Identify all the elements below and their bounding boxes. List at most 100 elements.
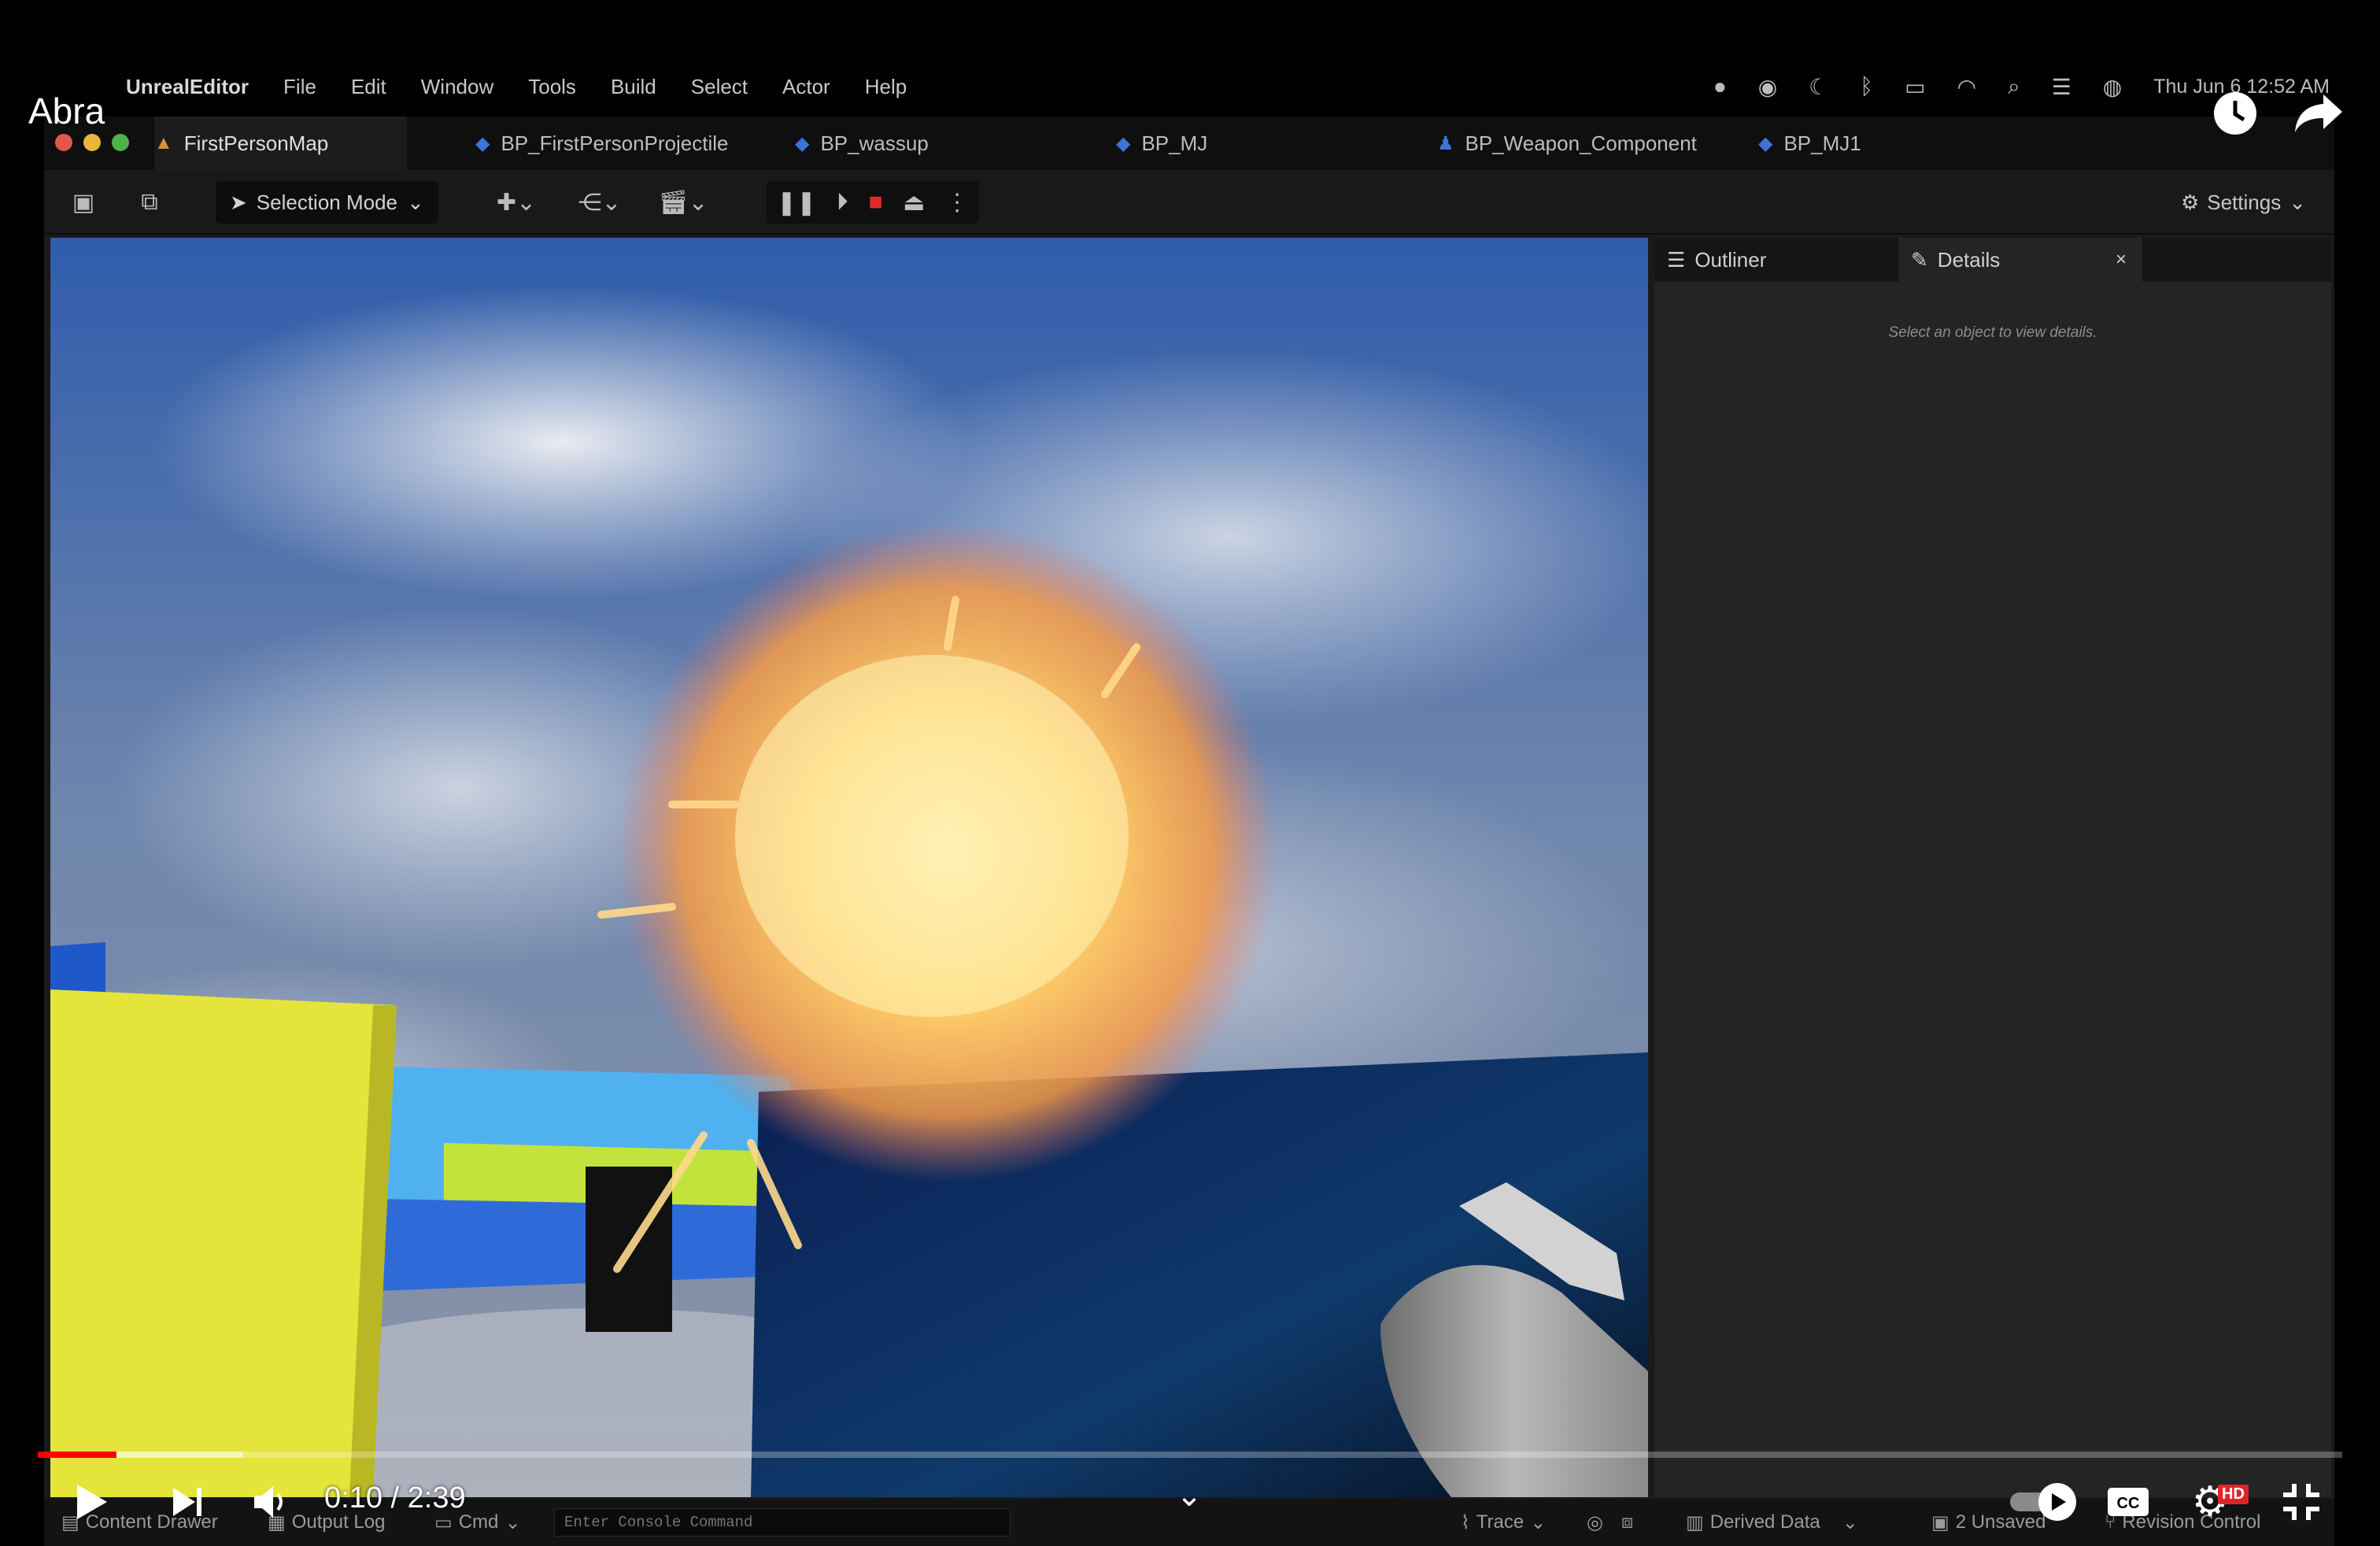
eject-icon[interactable]: ⏏︎ — [903, 189, 925, 216]
game-scene — [50, 238, 1648, 1497]
screenshot-icon[interactable]: ⧈ — [1621, 1499, 1633, 1546]
component-icon: ♟ — [1437, 132, 1454, 154]
chevron-down-icon[interactable]: ⌄ — [1170, 1478, 1209, 1513]
app-name-menu[interactable]: UnrealEditor — [126, 75, 249, 99]
bluetooth-icon[interactable]: ᛒ — [1860, 74, 1873, 99]
browse-icon[interactable]: ⧉ — [128, 181, 172, 224]
chevron-down-icon: ⌄ — [504, 1511, 521, 1533]
tab-first-person-map[interactable]: ▲ FirstPersonMap — [154, 117, 408, 170]
exit-fullscreen-icon[interactable] — [2279, 1480, 2323, 1524]
settings-dropdown[interactable]: ⚙ Settings ⌄ — [2181, 181, 2306, 224]
watch-later-icon[interactable] — [2210, 88, 2260, 139]
outliner-icon: ☰ — [1667, 247, 1686, 272]
more-options-icon[interactable]: ⋮ — [945, 189, 969, 216]
pencil-icon: ✎ — [1911, 247, 1928, 272]
tab-label: BP_Weapon_Component — [1465, 131, 1697, 155]
main-toolbar: ▣ ⧉ ➤ Selection Mode ⌄ ✚⌄ ⋲⌄ 🎬︎⌄ ❚❚ ⏵︎ ■… — [44, 170, 2334, 235]
wifi-icon[interactable]: ◠ — [1957, 74, 1976, 100]
menu-help[interactable]: Help — [865, 75, 907, 99]
chevron-down-icon: ⌄ — [1530, 1511, 1547, 1533]
closed-captions-icon[interactable]: CC — [2106, 1485, 2150, 1519]
do-not-disturb-moon-icon[interactable]: ☾ — [1809, 74, 1828, 100]
details-label: Details — [1937, 247, 2001, 272]
svg-text:CC: CC — [2117, 1495, 2140, 1512]
tab-bp-first-person-projectile[interactable]: ◆ BP_FirstPersonProjectile — [475, 117, 728, 170]
tab-label: BP_MJ — [1141, 131, 1208, 155]
tab-label: BP_MJ1 — [1783, 131, 1861, 155]
zoom-window-button[interactable] — [112, 134, 129, 151]
tab-label: BP_wassup — [820, 131, 929, 155]
chevron-down-icon: ⌄ — [2289, 190, 2306, 214]
menu-build[interactable]: Build — [611, 75, 656, 99]
step-frame-icon[interactable]: ⏵︎ — [837, 189, 848, 216]
outliner-label: Outliner — [1694, 247, 1767, 272]
tab-bp-mj[interactable]: ◆ BP_MJ — [1116, 117, 1207, 170]
menu-file[interactable]: File — [283, 75, 316, 99]
trace-icon: ⌇ — [1461, 1511, 1470, 1533]
menu-window[interactable]: Window — [421, 75, 493, 99]
channel-name[interactable]: Abra — [28, 90, 105, 132]
selection-mode-label: Selection Mode — [256, 190, 398, 214]
close-icon[interactable]: × — [2116, 249, 2127, 271]
macos-menu-bar: UnrealEditor File Edit Window Tools Buil… — [47, 66, 2330, 107]
tab-label: FirstPersonMap — [183, 131, 329, 155]
tab-bp-wassup[interactable]: ◆ BP_wassup — [795, 117, 929, 170]
pause-icon[interactable]: ❚❚ — [777, 189, 816, 216]
tab-details[interactable]: ✎ Details × — [1898, 238, 2142, 282]
play-controls: ❚❚ ⏵︎ ■ ⏏︎ ⋮ — [767, 181, 979, 224]
right-side-panel: ☰ Outliner ✎ Details × Select an object … — [1654, 238, 2331, 1497]
volume-icon[interactable] — [250, 1480, 294, 1524]
next-video-icon[interactable] — [165, 1480, 209, 1524]
spotlight-search-icon[interactable]: ⌕ — [2008, 74, 2020, 100]
menu-edit[interactable]: Edit — [351, 75, 386, 99]
level-viewport[interactable] — [50, 238, 1648, 1497]
derived-data-icon: ▥ — [1686, 1511, 1704, 1533]
menu-select[interactable]: Select — [691, 75, 748, 99]
add-actor-dropdown[interactable]: ✚⌄ — [485, 181, 548, 224]
chevron-down-icon: ⌄ — [407, 190, 424, 214]
control-center-icon[interactable]: ☰ — [2052, 74, 2071, 100]
play-icon[interactable] — [68, 1478, 115, 1526]
tab-bp-weapon-component[interactable]: ♟ BP_Weapon_Component — [1437, 117, 1697, 170]
hd-quality-badge: HD — [2218, 1485, 2249, 1504]
record-trace-icon[interactable]: ◎ — [1587, 1499, 1603, 1546]
battery-icon[interactable]: ▭ — [1905, 74, 1925, 100]
played-progress — [38, 1452, 116, 1458]
minimize-window-button[interactable] — [83, 134, 101, 151]
menu-actor[interactable]: Actor — [782, 75, 830, 99]
screen-capture-icon[interactable]: ◉ — [1758, 74, 1777, 100]
share-icon[interactable] — [2293, 88, 2344, 139]
menu-tools[interactable]: Tools — [528, 75, 576, 99]
trace-label: Trace — [1476, 1511, 1524, 1533]
chevron-down-icon: ⌄ — [1842, 1511, 1858, 1533]
blueprint-dropdown[interactable]: ⋲⌄ — [568, 181, 631, 224]
selection-mode-dropdown[interactable]: ➤ Selection Mode ⌄ — [216, 181, 438, 224]
clapperboard-icon: 🎬︎⌄ — [658, 189, 708, 216]
time-display: 0:10 / 2:39 — [324, 1481, 466, 1515]
close-window-button[interactable] — [55, 134, 72, 151]
blueprint-icon: ◆ — [795, 132, 810, 154]
trace-dropdown[interactable]: ⌇ Trace ⌄ — [1461, 1499, 1546, 1546]
map-icon: ▲ — [154, 132, 173, 153]
derived-data-label: Derived Data — [1709, 1511, 1820, 1533]
cursor-icon: ➤ — [230, 190, 247, 214]
console-command-input[interactable] — [554, 1508, 1011, 1537]
add-actor-icon: ✚⌄ — [496, 189, 537, 216]
autoplay-toggle[interactable] — [2009, 1481, 2079, 1522]
unreal-editor-window: ▲ FirstPersonMap ◆ BP_FirstPersonProject… — [44, 117, 2334, 1546]
tab-label: BP_FirstPersonProjectile — [501, 131, 729, 155]
settings-label: Settings — [2207, 190, 2282, 214]
video-progress-bar[interactable] — [38, 1452, 2342, 1458]
tab-outliner[interactable]: ☰ Outliner — [1654, 238, 1890, 282]
blueprint-icon: ◆ — [475, 132, 490, 154]
gear-icon: ⚙ — [2180, 190, 2200, 214]
save-icon[interactable]: ▣ — [61, 181, 105, 224]
siri-icon[interactable]: ◍ — [2103, 74, 2122, 100]
cinematics-dropdown[interactable]: 🎬︎⌄ — [652, 181, 715, 224]
details-empty-message: Select an object to view details. — [1888, 324, 2097, 341]
derived-data-dropdown[interactable]: ▥ Derived Data ⌄ — [1686, 1499, 1858, 1546]
tab-bp-mj1[interactable]: ◆ BP_MJ1 — [1758, 117, 1861, 170]
record-icon[interactable]: ● — [1713, 74, 1727, 99]
blueprint-icon: ◆ — [1116, 132, 1131, 154]
stop-icon[interactable]: ■ — [868, 189, 882, 216]
